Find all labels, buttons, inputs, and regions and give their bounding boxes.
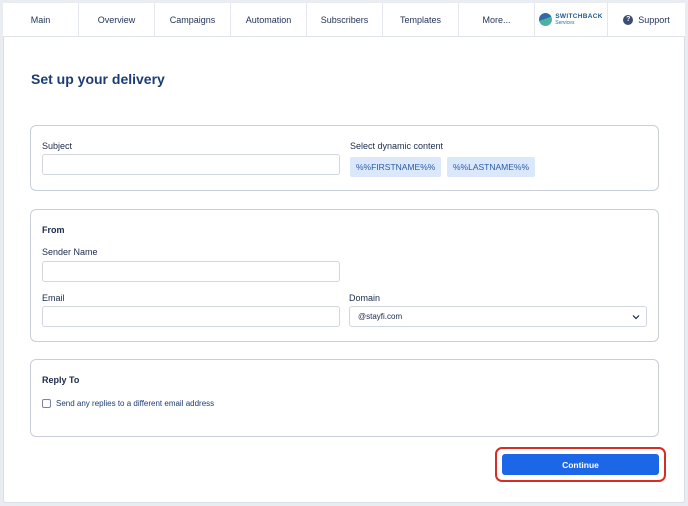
email-input[interactable] [42,306,340,327]
nav-main[interactable]: Main [3,3,79,36]
nav-subscribers[interactable]: Subscribers [307,3,383,36]
from-heading: From [42,225,65,235]
domain-label: Domain [349,293,381,303]
domain-select[interactable]: @stayfi.com [349,306,647,327]
nav-more-label: More... [482,14,511,25]
nav-overview-label: Overview [97,14,136,25]
nav-automation[interactable]: Automation [231,3,307,36]
brand-text: SWITCHBACK Services [555,13,602,26]
reply-to-heading: Reply To [42,375,80,385]
different-reply-checkbox[interactable] [42,399,51,408]
nav-templates[interactable]: Templates [383,3,459,36]
nav-subscribers-label: Subscribers [320,14,369,25]
different-reply-label[interactable]: Send any replies to a different email ad… [56,399,214,408]
domain-select-value: @stayfi.com [358,312,403,321]
support-link[interactable]: ? Support [608,3,685,36]
nav-overview[interactable]: Overview [79,3,155,36]
email-label: Email [42,293,65,303]
support-label: Support [638,14,670,25]
brand-line2: Services [555,19,575,26]
chip-firstname[interactable]: %%FIRSTNAME%% [350,157,442,177]
dynamic-content-label: Select dynamic content [350,141,444,151]
page-title: Set up your delivery [31,71,165,87]
nav-templates-label: Templates [399,14,442,25]
chip-lastname[interactable]: %%LASTNAME%% [447,157,536,177]
nav-main-label: Main [30,14,51,25]
top-nav: Main Overview Campaigns Automation Subsc… [3,3,685,37]
brand-logo[interactable]: SWITCHBACK Services [535,3,608,36]
help-circle-icon: ? [623,14,634,25]
nav-automation-label: Automation [245,14,292,25]
nav-campaigns-label: Campaigns [169,14,216,25]
switchback-logo-icon [539,13,553,26]
nav-more[interactable]: More... [459,3,535,36]
continue-button[interactable]: Continue [502,454,659,475]
reply-to-panel [30,359,659,437]
chevron-down-icon [632,315,640,320]
subject-input[interactable] [42,154,340,175]
nav-campaigns[interactable]: Campaigns [155,3,231,36]
subject-label: Subject [42,141,73,151]
sender-name-input[interactable] [42,261,340,282]
sender-name-label: Sender Name [42,247,98,257]
